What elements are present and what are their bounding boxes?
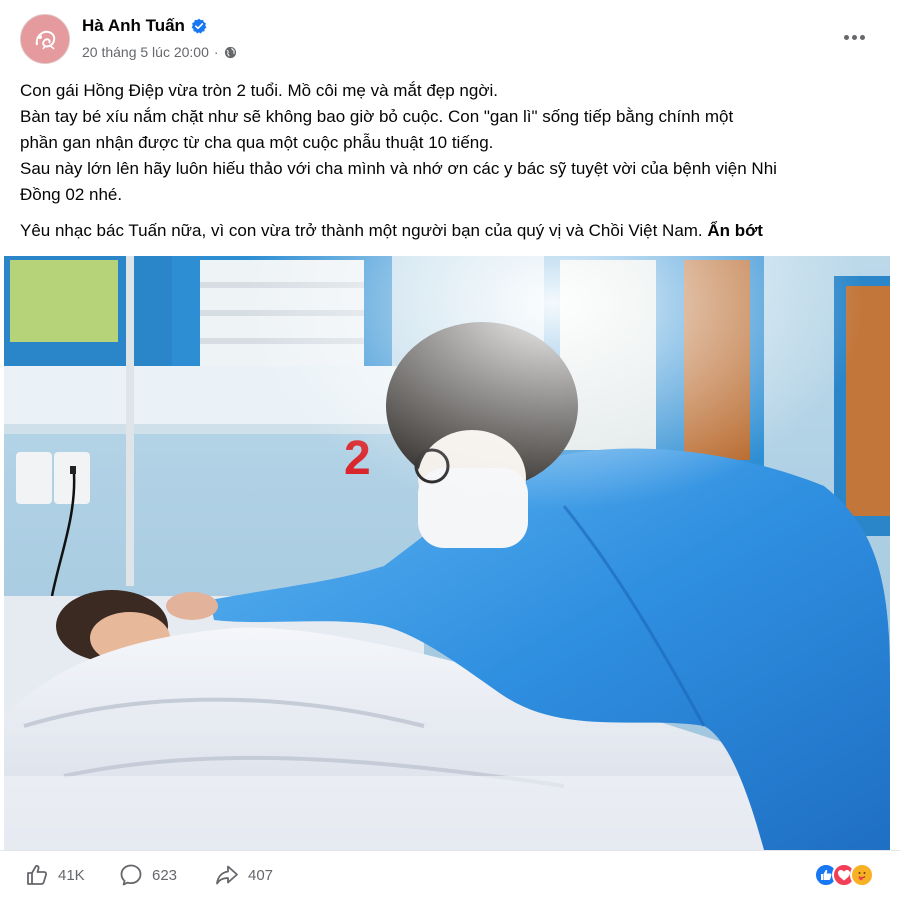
post-meta: 20 tháng 5 lúc 20:00 · (82, 42, 237, 62)
globe-icon[interactable] (224, 46, 237, 59)
post-body-paragraph-2: Yêu nhạc bác Tuấn nữa, vì con vừa trở th… (20, 218, 880, 244)
share-count: 407 (248, 866, 274, 884)
facebook-post: Hà Anh Tuấn 20 tháng 5 lúc 20:00 · Con g… (0, 0, 900, 900)
post-body-paragraph-2-text: Yêu nhạc bác Tuấn nữa, vì con vừa trở th… (20, 221, 703, 240)
post-photo[interactable]: 2 (4, 256, 890, 850)
verified-badge-icon (191, 18, 207, 34)
post-actions-bar: 41K 623 407 (0, 850, 900, 900)
post-body-line: Sau này lớn lên hãy luôn hiếu thảo với c… (20, 159, 777, 178)
care-reaction-icon (850, 863, 874, 887)
like-icon (27, 864, 48, 885)
more-options-icon[interactable] (836, 24, 872, 50)
post-body-line: phần gan nhận được từ cha qua một cuộc p… (20, 133, 494, 152)
post-header: Hà Anh Tuấn 20 tháng 5 lúc 20:00 · (0, 0, 900, 72)
comment-count: 623 (152, 866, 178, 884)
comment-button[interactable]: 623 (118, 861, 177, 889)
like-count: 41K (58, 866, 85, 884)
author-row: Hà Anh Tuấn (82, 14, 207, 38)
author-name[interactable]: Hà Anh Tuấn (82, 16, 185, 36)
share-button[interactable]: 407 (214, 861, 273, 889)
post-body-line: Con gái Hồng Điệp vừa tròn 2 tuổi. Mồ cô… (20, 81, 498, 100)
see-less-button[interactable]: Ẩn bớt (707, 221, 763, 240)
post-timestamp[interactable]: 20 tháng 5 lúc 20:00 (82, 44, 209, 60)
reactions-summary[interactable] (814, 863, 874, 887)
share-icon (216, 865, 238, 885)
meta-separator: · (213, 44, 219, 60)
author-avatar[interactable] (20, 14, 70, 64)
post-body-line: Đồng 02 nhé. (20, 185, 123, 204)
hospital-scene-image: 2 (4, 256, 890, 850)
post-body: Con gái Hồng Điệp vừa tròn 2 tuổi. Mồ cô… (20, 78, 880, 244)
post-body-line: Bàn tay bé xíu nắm chặt như sẽ không bao… (20, 107, 734, 126)
like-button[interactable]: 41K (24, 861, 85, 889)
comment-icon (120, 864, 142, 886)
avatar-logo-icon (21, 15, 69, 63)
